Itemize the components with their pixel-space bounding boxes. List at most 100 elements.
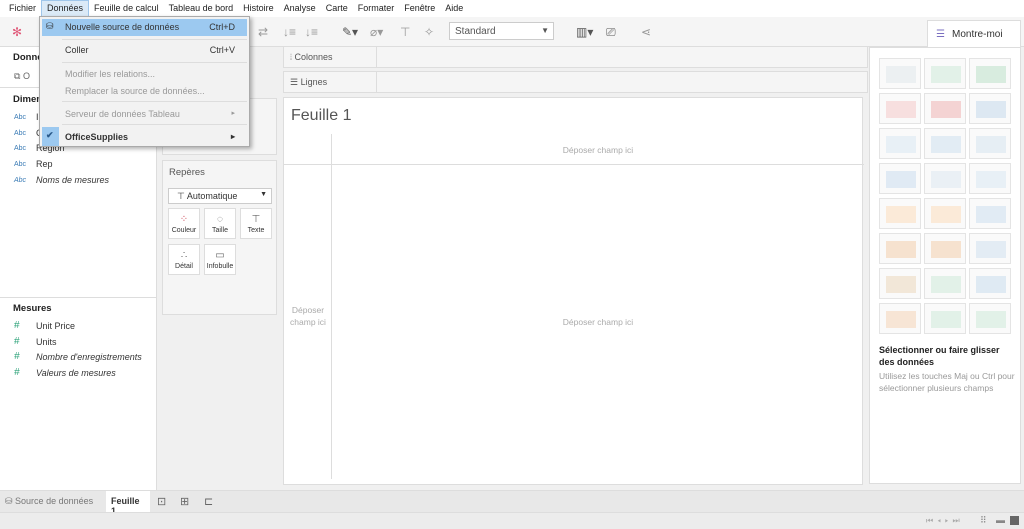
chart-type-thumbnail[interactable] xyxy=(879,93,921,124)
chart-type-thumbnail[interactable] xyxy=(969,93,1011,124)
number-type-icon: # xyxy=(14,336,20,347)
sort-desc-icon[interactable]: ↓≡ xyxy=(305,25,318,39)
chart-type-thumbnail[interactable] xyxy=(924,268,966,299)
drop-zone-rows[interactable]: Déposer champ ici xyxy=(288,304,328,328)
label-icon[interactable]: ⊤ xyxy=(400,25,410,39)
menu-aide[interactable]: Aide xyxy=(440,0,468,17)
menu-separator xyxy=(62,124,247,125)
dimension-field[interactable]: Abc Noms de mesures xyxy=(14,175,109,185)
tab-data-source[interactable]: ⛁ Source de données xyxy=(5,496,93,507)
chart-type-thumbnail[interactable] xyxy=(924,58,966,89)
tableau-logo-icon[interactable]: ✻ xyxy=(12,25,22,39)
menu-item-officesupplies[interactable]: ✔ OfficeSupplies ▸ xyxy=(42,127,247,146)
sheet-title[interactable]: Feuille 1 xyxy=(291,107,351,125)
field-name: Rep xyxy=(36,159,53,169)
sheet-nav-icons[interactable]: ⏮◂▸⏭ xyxy=(926,516,964,526)
chart-type-icon xyxy=(976,206,1006,223)
chart-type-thumbnail[interactable] xyxy=(879,303,921,334)
sort-asc-icon[interactable]: ↓≡ xyxy=(283,25,296,39)
chart-type-thumbnail[interactable] xyxy=(924,303,966,334)
chart-type-thumbnail[interactable] xyxy=(969,303,1011,334)
menu-carte[interactable]: Carte xyxy=(321,0,353,17)
tabs-view-icon[interactable] xyxy=(1010,516,1019,525)
color-button[interactable]: ⁘ Couleur xyxy=(168,208,200,239)
menu-bar: Fichier Données Feuille de calcul Tablea… xyxy=(0,0,1024,17)
chart-type-thumbnail[interactable] xyxy=(879,163,921,194)
menu-formater[interactable]: Formater xyxy=(353,0,400,17)
menu-tableau-de-bord[interactable]: Tableau de bord xyxy=(164,0,239,17)
chart-type-icon xyxy=(886,241,916,258)
chart-type-thumbnail[interactable] xyxy=(924,233,966,264)
chart-type-icon xyxy=(886,206,916,223)
pin-icon[interactable]: ✧ xyxy=(424,25,434,39)
menu-item-paste[interactable]: Coller Ctrl+V xyxy=(42,42,247,59)
chart-type-thumbnail[interactable] xyxy=(969,58,1011,89)
chart-type-thumbnail[interactable] xyxy=(879,268,921,299)
axis-divider xyxy=(284,164,864,165)
drop-zone-columns[interactable]: Déposer champ ici xyxy=(332,145,864,155)
size-button[interactable]: ◌ Taille xyxy=(204,208,236,239)
measure-field[interactable]: # Units xyxy=(14,336,57,347)
measure-field[interactable]: # Nombre d'enregistrements xyxy=(14,351,142,362)
new-datasource-icon: ⛁ xyxy=(46,21,54,31)
new-sheet-icon[interactable]: ⊡ xyxy=(157,495,166,508)
new-story-icon[interactable]: ⊏ xyxy=(204,495,213,508)
rows-shelf[interactable]: ☰ Lignes xyxy=(283,71,868,93)
tab-feuille-1[interactable]: Feuille 1 xyxy=(106,491,150,516)
chart-type-thumbnail[interactable] xyxy=(924,128,966,159)
menu-donnees[interactable]: Données xyxy=(41,0,90,17)
menu-fichier[interactable]: Fichier xyxy=(4,0,41,17)
view-select[interactable]: Standard ▼ xyxy=(449,22,554,40)
chart-type-thumbnail[interactable] xyxy=(879,128,921,159)
share-icon[interactable]: ⋖ xyxy=(641,25,651,39)
menu-item-new-data-source[interactable]: ⛁ Nouvelle source de données Ctrl+D xyxy=(42,19,247,36)
swap-icon[interactable]: ⇄ xyxy=(258,25,268,39)
show-me-tab[interactable]: ☰ Montre-moi xyxy=(927,20,1021,48)
chart-type-thumbnail[interactable] xyxy=(924,93,966,124)
menu-item-edit-relations[interactable]: Modifier les relations... xyxy=(42,66,247,83)
chart-type-thumbnail[interactable] xyxy=(969,233,1011,264)
chart-type-thumbnail[interactable] xyxy=(879,198,921,229)
string-type-icon: Abc xyxy=(14,113,27,121)
menu-feuille[interactable]: Feuille de calcul xyxy=(89,0,164,17)
new-dashboard-icon[interactable]: ⊞ xyxy=(180,495,189,508)
mark-type-value: Automatique xyxy=(186,191,238,201)
chart-type-thumbnail[interactable] xyxy=(879,58,921,89)
datasource-item[interactable]: ⧉ O xyxy=(14,71,30,82)
menu-separator xyxy=(62,39,247,40)
chart-type-icon xyxy=(931,136,961,153)
drop-zone-canvas[interactable]: Déposer champ ici xyxy=(332,317,864,327)
menu-fenetre[interactable]: Fenêtre xyxy=(399,0,440,17)
measure-field[interactable]: # Unit Price xyxy=(14,320,75,331)
chart-type-thumbnail[interactable] xyxy=(924,198,966,229)
text-button[interactable]: ⊤ Texte xyxy=(240,208,272,239)
chart-type-thumbnail[interactable] xyxy=(969,128,1011,159)
chart-type-thumbnail[interactable] xyxy=(969,268,1011,299)
chart-type-thumbnail[interactable] xyxy=(879,233,921,264)
chart-type-thumbnail[interactable] xyxy=(969,198,1011,229)
chart-type-icon xyxy=(886,66,916,83)
columns-label: Colonnes xyxy=(294,52,333,62)
detail-button[interactable]: ∴ Détail xyxy=(168,244,200,275)
highlight-icon[interactable]: ✎▾ xyxy=(342,25,358,39)
menu-histoire[interactable]: Histoire xyxy=(238,0,279,17)
menu-analyse[interactable]: Analyse xyxy=(279,0,321,17)
chart-type-thumbnail[interactable] xyxy=(924,163,966,194)
field-name: Nombre d'enregistrements xyxy=(36,351,142,362)
attach-icon[interactable]: ⌀▾ xyxy=(370,25,383,39)
filmstrip-view-icon[interactable]: ▬ xyxy=(996,515,1005,525)
menu-item-tableau-server[interactable]: Serveur de données Tableau ▸ xyxy=(42,106,247,123)
menu-item-replace-data-source[interactable]: Remplacer la source de données... xyxy=(42,83,247,100)
mark-type-select[interactable]: ⊤ Automatique ▼ xyxy=(168,188,272,204)
grid-view-icon[interactable]: ⠿ xyxy=(980,515,987,526)
measure-field[interactable]: # Valeurs de mesures xyxy=(14,367,116,378)
menu-separator xyxy=(62,62,247,63)
presentation-icon[interactable]: ⎚ xyxy=(606,25,616,40)
chart-type-thumbnail[interactable] xyxy=(969,163,1011,194)
columns-shelf[interactable]: ⦙ Colonnes xyxy=(283,46,868,68)
show-cards-icon[interactable]: ▥▾ xyxy=(576,25,593,39)
dimension-field[interactable]: Abc Rep xyxy=(14,159,53,169)
tooltip-button[interactable]: ▭ Infobulle xyxy=(204,244,236,275)
field-name: Valeurs de mesures xyxy=(36,367,116,378)
dimension-field[interactable]: Abc I xyxy=(14,112,39,122)
